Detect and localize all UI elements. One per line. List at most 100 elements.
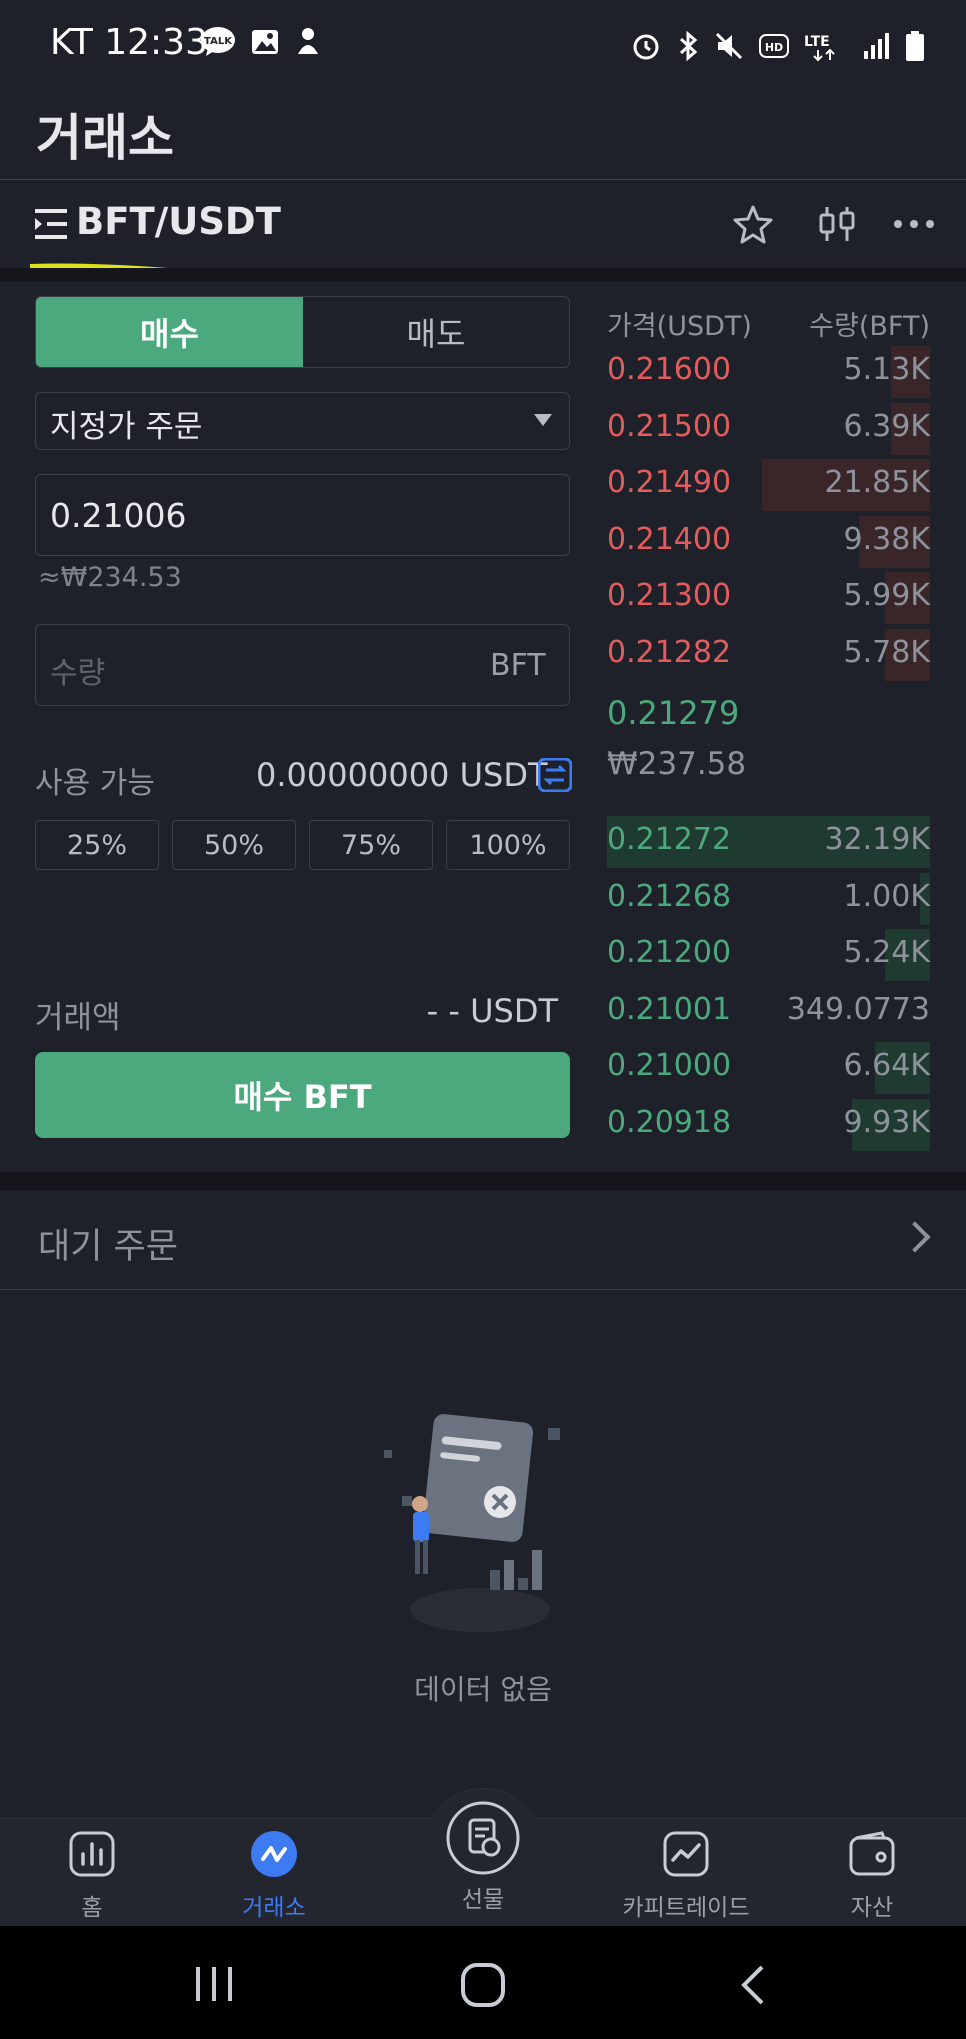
buy-submit-button[interactable]: 매수 BFT: [35, 1052, 570, 1138]
orderbook-qty: 9.38K: [843, 521, 930, 557]
nav-item-assets[interactable]: 자산: [792, 1830, 952, 1926]
orderbook-price: 0.20918: [607, 1104, 732, 1140]
orderbook-price: 0.21600: [607, 352, 732, 387]
orderbook-qty: 5.24K: [843, 935, 930, 970]
lte-icon: LTE: [804, 34, 835, 62]
nav-item-exchange[interactable]: 거래소: [194, 1830, 354, 1926]
image-icon: [252, 30, 278, 54]
nav-label-futures: 선물: [461, 1887, 505, 1913]
chart-bars-icon: [69, 1831, 115, 1877]
nav-label-home: 홈: [81, 1895, 103, 1921]
orderbook-bid-row[interactable]: 0.20918 9.93K: [607, 1097, 930, 1151]
orderbook-qty: 6.64K: [843, 1048, 930, 1083]
page-title: 거래소: [36, 109, 174, 167]
star-favorite-icon[interactable]: [732, 204, 774, 244]
amount-value: - - USDT: [426, 992, 558, 1030]
exchange-icon: [251, 1831, 297, 1877]
orderbook-price: 0.21400: [607, 521, 732, 557]
orderbook-bid-row[interactable]: 0.21272 32.19K: [607, 814, 930, 868]
recent-apps-icon[interactable]: [192, 1964, 236, 2004]
orderbook-price: 0.21268: [607, 878, 732, 914]
available-value: 0.00000000 USDT: [256, 756, 548, 794]
nav-item-home[interactable]: 홈: [12, 1830, 172, 1926]
back-button-icon[interactable]: [738, 1964, 768, 2006]
percent-25-button[interactable]: 25%: [35, 820, 159, 870]
orderbook-price: 0.21001: [607, 991, 732, 1027]
talk-badge: TALK: [204, 36, 233, 47]
orderbook-price: 0.21272: [607, 822, 732, 857]
pair-name[interactable]: BFT/USDT: [76, 200, 281, 243]
nav-label-assets: 자산: [850, 1895, 894, 1921]
candlestick-chart-icon[interactable]: [816, 204, 858, 244]
section-divider: [0, 268, 966, 282]
order-type-label: 지정가 주문: [50, 409, 203, 445]
pair-menu-icon[interactable]: [34, 208, 68, 240]
orderbook-header-price: 가격(USDT): [607, 311, 752, 342]
talk-chat-icon: TALK: [201, 27, 235, 56]
battery-icon: [906, 31, 924, 61]
orderbook-qty: 21.85K: [824, 465, 930, 500]
orderbook-ask-row[interactable]: 0.21490 21.85K: [607, 457, 930, 511]
mute-icon: [715, 32, 743, 60]
percent-75-button[interactable]: 75%: [309, 820, 433, 870]
orderbook-bid-row[interactable]: 0.21200 5.24K: [607, 927, 930, 981]
orderbook-price: 0.21500: [607, 408, 732, 444]
orderbook-qty: 5.99K: [843, 578, 930, 613]
hd-voice-icon: HD: [759, 34, 789, 58]
caret-down-icon: [534, 414, 552, 426]
status-time: KT 12:33: [50, 22, 208, 63]
available-label: 사용 가능: [35, 766, 155, 801]
orderbook-price: 0.21300: [607, 578, 732, 613]
quantity-placeholder: 수량: [50, 656, 106, 691]
orderbook-price: 0.21490: [607, 465, 732, 500]
bluetooth-icon: [679, 30, 698, 62]
buy-sell-toggle: 매수 매도: [35, 296, 570, 368]
orderbook-bid-row[interactable]: 0.21268 1.00K: [607, 871, 930, 925]
last-price: 0.21279: [607, 694, 740, 732]
orderbook-qty: 5.13K: [843, 352, 930, 387]
percent-50-button[interactable]: 50%: [172, 820, 296, 870]
home-button-icon[interactable]: [460, 1962, 506, 2008]
orderbook-header-qty: 수량(BFT): [809, 311, 930, 342]
orderbook-qty: 32.19K: [824, 822, 930, 857]
orderbook-qty: 349.0773: [786, 991, 930, 1027]
pending-divider: [0, 1289, 966, 1290]
orderbook-ask-row[interactable]: 0.21282 5.78K: [607, 627, 930, 681]
more-options-icon[interactable]: [892, 214, 936, 234]
last-price-krw: ₩237.58: [607, 746, 747, 782]
empty-state-illustration: [384, 1414, 560, 1632]
orderbook-bid-row[interactable]: 0.21000 6.64K: [607, 1040, 930, 1094]
orderbook-qty: 5.78K: [843, 634, 930, 670]
pending-orders-label: 대기 주문: [38, 1227, 178, 1267]
quantity-unit: BFT: [490, 648, 546, 683]
orderbook-price: 0.21200: [607, 935, 732, 970]
empty-state-text: 데이터 없음: [414, 1673, 552, 1706]
orderbook-qty: 1.00K: [843, 878, 930, 914]
sell-tab[interactable]: 매도: [303, 297, 569, 367]
svg-text:HD: HD: [765, 41, 783, 54]
copy-trade-icon: [663, 1831, 709, 1877]
orderbook-price: 0.21282: [607, 634, 732, 670]
percent-100-button[interactable]: 100%: [446, 820, 570, 870]
nav-item-futures[interactable]: 선물: [403, 1800, 563, 1926]
app-notification-icon: [298, 28, 318, 54]
wallet-icon: [849, 1831, 895, 1876]
orderbook-ask-row[interactable]: 0.21500 6.39K: [607, 401, 930, 455]
orderbook-qty: 6.39K: [843, 408, 930, 444]
nav-label-copy-trade: 카피트레이드: [622, 1895, 750, 1921]
orderbook-ask-row[interactable]: 0.21600 5.13K: [607, 344, 930, 398]
buy-tab[interactable]: 매수: [36, 297, 303, 367]
header-divider: [0, 179, 966, 180]
orderbook-bid-row[interactable]: 0.21001 349.0773: [607, 984, 930, 1036]
section-divider-pending: [0, 1172, 966, 1190]
orderbook-ask-row[interactable]: 0.21300 5.99K: [607, 570, 930, 624]
orderbook-price: 0.21000: [607, 1048, 732, 1083]
amount-label: 거래액: [35, 1000, 121, 1036]
transfer-icon[interactable]: [538, 758, 572, 792]
nav-item-copy-trade[interactable]: 카피트레이드: [606, 1830, 766, 1926]
nav-label-exchange: 거래소: [242, 1895, 306, 1921]
svg-text:LTE: LTE: [804, 34, 830, 50]
status-system-icons: HD LTE: [630, 24, 926, 68]
alarm-icon: [633, 34, 659, 60]
orderbook-ask-row[interactable]: 0.21400 9.38K: [607, 514, 930, 568]
